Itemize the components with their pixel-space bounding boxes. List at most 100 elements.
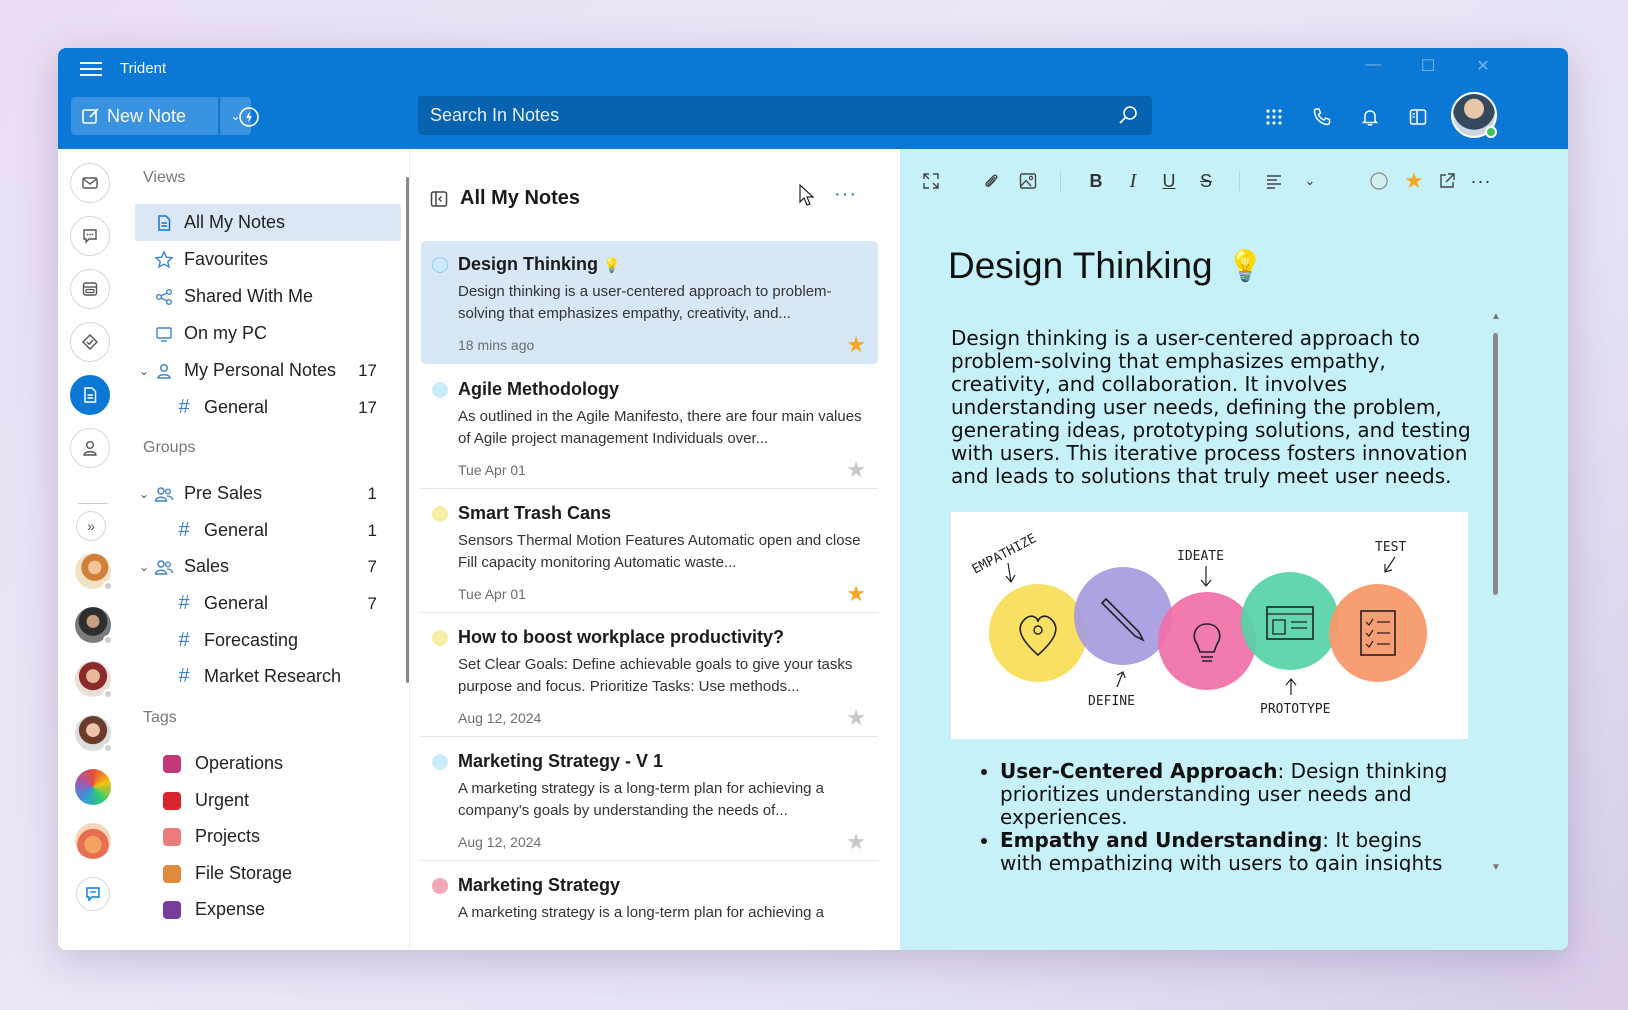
tag-urgent[interactable]: Urgent — [135, 782, 401, 819]
rail-chat-button[interactable] — [70, 216, 110, 256]
rail-feedback-button[interactable] — [76, 877, 110, 911]
more-options-button[interactable]: ··· — [834, 183, 857, 206]
note-card-smart-trash-cans[interactable]: Smart Trash Cans Sensors Thermal Motion … — [421, 490, 878, 613]
sidebar-item-my-personal-notes[interactable]: ⌄ My Personal Notes 17 — [135, 352, 401, 389]
rail-tasks-button[interactable] — [70, 322, 110, 362]
attachment-icon[interactable] — [979, 169, 1003, 193]
note-card-marketing-strategy-v1[interactable]: Marketing Strategy - V 1 A marketing str… — [421, 738, 878, 861]
more-options-icon[interactable]: ··· — [1469, 169, 1493, 193]
sidebar-item-favourites[interactable]: Favourites — [135, 241, 401, 278]
contact-avatar[interactable] — [75, 607, 113, 645]
group-avatar[interactable] — [75, 769, 111, 805]
minimize-button[interactable]: — — [1358, 56, 1388, 74]
note-preview: Set Clear Goals: Define achievable goals… — [458, 656, 853, 695]
hash-icon: # — [178, 665, 190, 687]
sidebar-item-personal-general[interactable]: # General 17 — [135, 389, 401, 426]
maximize-button[interactable]: ☐ — [1413, 56, 1443, 76]
search-input[interactable]: Search In Notes — [418, 96, 1152, 135]
note-bullet-list[interactable]: User-Centered Approach: Design thinking … — [978, 760, 1464, 872]
chevron-down-icon[interactable]: ⌄ — [1298, 169, 1322, 193]
star-outline-icon[interactable]: ★ — [846, 705, 866, 731]
strikethrough-icon[interactable]: S — [1194, 169, 1218, 193]
note-card-agile-methodology[interactable]: Agile Methodology As outlined in the Agi… — [421, 366, 878, 489]
rail-mail-button[interactable] — [70, 163, 110, 203]
sidebar-item-on-my-pc[interactable]: On my PC — [135, 315, 401, 352]
underline-icon[interactable]: U — [1157, 169, 1181, 193]
group-avatar[interactable] — [75, 823, 111, 859]
design-thinking-illustration: EMPATHIZE IDEATE TEST DEFINE PROTOTYPE — [970, 531, 1427, 717]
phone-icon[interactable] — [1309, 104, 1335, 130]
tag-projects[interactable]: Projects — [135, 818, 401, 855]
notes-icon — [153, 212, 175, 234]
list-header: All My Notes — [429, 187, 580, 210]
tag-file-storage[interactable]: File Storage — [135, 855, 401, 892]
star-outline-icon[interactable]: ★ — [846, 829, 866, 855]
chevron-down-icon[interactable]: ⌄ — [139, 364, 149, 378]
sidebar-item-pre-sales[interactable]: ⌄ Pre Sales 1 — [135, 475, 401, 512]
close-button[interactable]: ✕ — [1468, 56, 1498, 76]
rail-notes-button[interactable] — [70, 375, 110, 415]
hash-icon: # — [178, 396, 190, 418]
chevron-down-icon[interactable]: ⌄ — [139, 560, 149, 574]
collapse-panel-icon[interactable] — [429, 189, 449, 209]
hash-icon: # — [178, 629, 190, 651]
tag-color-swatch — [163, 827, 181, 846]
tag-expense[interactable]: Expense — [135, 891, 401, 928]
tag-operations[interactable]: Operations — [135, 745, 401, 782]
scroll-up-icon[interactable]: ▲ — [1491, 311, 1501, 322]
sidebar-item-shared-with-me[interactable]: Shared With Me — [135, 278, 401, 315]
scroll-down-icon[interactable]: ▼ — [1491, 862, 1501, 873]
align-left-icon[interactable] — [1262, 169, 1286, 193]
user-avatar[interactable] — [1451, 92, 1497, 138]
italic-icon[interactable]: I — [1121, 169, 1145, 193]
color-picker-icon[interactable] — [1367, 169, 1391, 193]
sidebar-item-market-research[interactable]: # Market Research — [135, 658, 401, 695]
insert-image-icon[interactable] — [1016, 169, 1040, 193]
ideate-label: IDEATE — [1177, 549, 1224, 564]
tag-color-swatch — [163, 754, 181, 773]
star-filled-icon[interactable]: ★ — [846, 581, 866, 607]
contact-avatar[interactable] — [75, 715, 113, 753]
bell-icon[interactable] — [1357, 104, 1383, 130]
expand-icon[interactable] — [919, 169, 943, 193]
note-paragraph[interactable]: Design thinking is a user-centered appro… — [951, 327, 1473, 488]
contact-avatar[interactable] — [75, 553, 113, 591]
star-outline-icon[interactable]: ★ — [846, 457, 866, 483]
share-icon — [153, 286, 175, 308]
open-external-icon[interactable] — [1435, 169, 1459, 193]
app-window: Trident — ☐ ✕ New Note ⌄ Search In Notes — [58, 48, 1568, 950]
note-count: 1 — [367, 483, 377, 503]
star-filled-icon[interactable]: ★ — [1402, 168, 1426, 193]
sidebar-item-all-my-notes[interactable]: All My Notes — [135, 204, 401, 241]
sidebar-item-presales-general[interactable]: # General 1 — [135, 512, 401, 549]
note-card-workplace-productivity[interactable]: How to boost workplace productivity? Set… — [421, 614, 878, 737]
scroll-thumb[interactable] — [1493, 333, 1498, 595]
rail-calendar-button[interactable] — [70, 269, 110, 309]
search-icon[interactable] — [1118, 105, 1138, 125]
editor-scrollbar[interactable]: ▲ ▼ — [1489, 311, 1501, 873]
note-preview: A marketing strategy is a long-term plan… — [458, 904, 825, 921]
note-count: 17 — [358, 397, 377, 417]
star-filled-icon[interactable]: ★ — [846, 332, 866, 358]
new-note-label: New Note — [107, 105, 187, 126]
contact-avatar[interactable] — [75, 661, 113, 699]
tasks-icon — [82, 334, 98, 350]
editor-toolbar: B I U S ⌄ ★ ··· — [900, 149, 1568, 211]
note-card-design-thinking[interactable]: Design Thinking 💡 Design thinking is a u… — [421, 241, 878, 364]
quick-action-button[interactable] — [236, 104, 262, 130]
sidebar-item-sales-general[interactable]: # General 7 — [135, 585, 401, 622]
apps-grid-icon[interactable] — [1261, 104, 1287, 130]
rail-expand-button[interactable]: » — [76, 511, 106, 541]
presence-indicator — [103, 743, 113, 753]
new-note-button[interactable]: New Note — [71, 97, 218, 135]
chevron-down-icon[interactable]: ⌄ — [139, 487, 149, 501]
panel-toggle-icon[interactable] — [1405, 104, 1431, 130]
sidebar-item-sales[interactable]: ⌄ Sales 7 — [135, 548, 401, 585]
sidebar-item-label: General — [204, 520, 269, 540]
bold-icon[interactable]: B — [1084, 169, 1108, 193]
note-card-marketing-strategy[interactable]: Marketing Strategy A marketing strategy … — [421, 862, 878, 950]
hamburger-menu-icon[interactable] — [80, 62, 102, 78]
rail-contacts-button[interactable] — [70, 428, 110, 468]
sidebar-item-forecasting[interactable]: # Forecasting — [135, 622, 401, 659]
note-title-heading[interactable]: Design Thinking 💡 — [948, 245, 1264, 287]
